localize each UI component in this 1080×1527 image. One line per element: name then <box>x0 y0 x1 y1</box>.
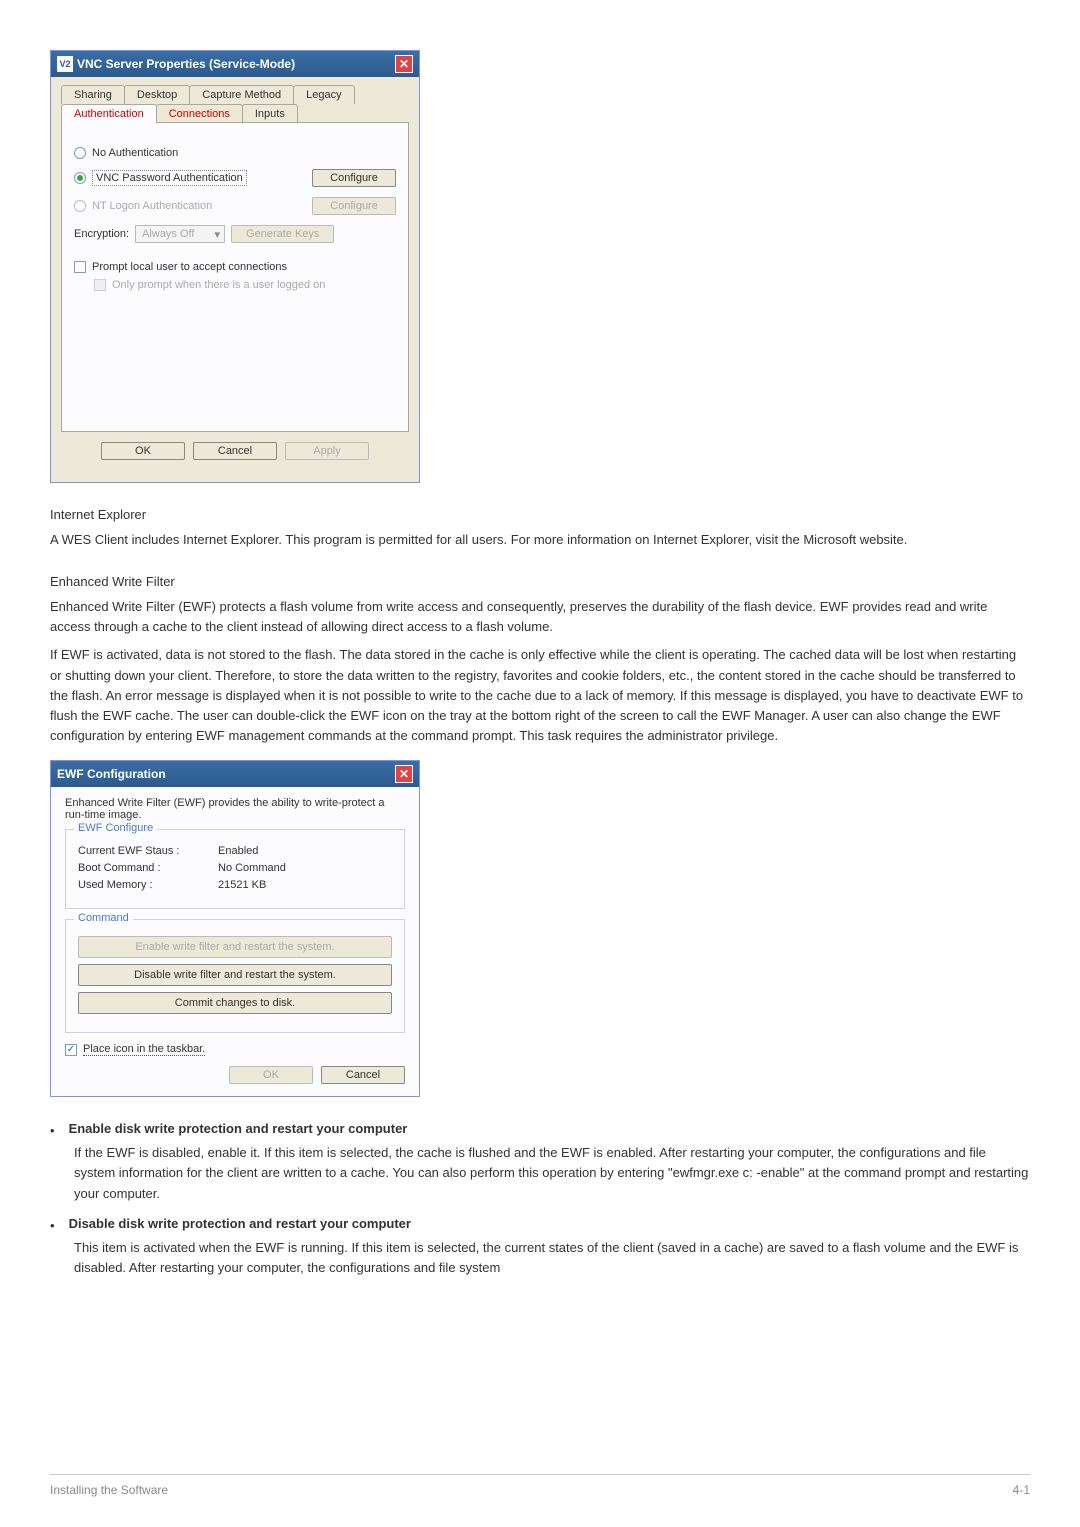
used-memory-label: Used Memory : <box>78 879 218 891</box>
heading-ewf: Enhanced Write Filter <box>50 574 1030 589</box>
ewf-configure-group: EWF Configure Current EWF Staus : Enable… <box>65 829 405 909</box>
tab-sharing[interactable]: Sharing <box>61 85 125 104</box>
close-icon[interactable]: ✕ <box>395 55 413 73</box>
close-icon[interactable]: ✕ <box>395 765 413 783</box>
heading-internet-explorer: Internet Explorer <box>50 507 1030 522</box>
footer-right: 4-1 <box>1013 1483 1030 1497</box>
tab-legacy[interactable]: Legacy <box>293 85 354 104</box>
only-prompt-checkbox <box>94 279 106 291</box>
ewf-status-label: Current EWF Staus : <box>78 845 218 857</box>
generate-keys-button: Generate Keys <box>231 225 334 243</box>
vnc-dialog: V2 VNC Server Properties (Service-Mode) … <box>50 50 420 483</box>
tab-inputs[interactable]: Inputs <box>242 104 298 123</box>
ewf-configure-legend: EWF Configure <box>74 822 157 834</box>
vnc-tabs: Sharing Desktop Capture Method Legacy Au… <box>61 85 409 123</box>
prompt-local-label: Prompt local user to accept connections <box>92 261 287 273</box>
disable-filter-button[interactable]: Disable write filter and restart the sys… <box>78 964 392 986</box>
ewf-cancel-button[interactable]: Cancel <box>321 1066 405 1084</box>
ewf-titlebar: EWF Configuration ✕ <box>51 761 419 787</box>
encryption-select: Always Off <box>135 225 225 243</box>
cancel-button[interactable]: Cancel <box>193 442 277 460</box>
vnc-title: VNC Server Properties (Service-Mode) <box>77 57 295 71</box>
radio-nt-logon <box>74 200 86 212</box>
ewf-status-value: Enabled <box>218 845 258 857</box>
boot-command-value: No Command <box>218 862 286 874</box>
vnc-app-icon: V2 <box>57 56 73 72</box>
bullet-icon: • <box>50 1121 55 1141</box>
taskbar-icon-checkbox[interactable] <box>65 1044 77 1056</box>
paragraph-ie: A WES Client includes Internet Explorer.… <box>50 530 1030 550</box>
radio-vnc-password-label: VNC Password Authentication <box>92 172 312 184</box>
paragraph-ewf-2: If EWF is activated, data is not stored … <box>50 645 1030 746</box>
vnc-titlebar: V2 VNC Server Properties (Service-Mode) … <box>51 51 419 77</box>
used-memory-value: 21521 KB <box>218 879 266 891</box>
apply-button: Apply <box>285 442 369 460</box>
taskbar-icon-label: Place icon in the taskbar. <box>83 1043 205 1056</box>
radio-vnc-password[interactable] <box>74 172 86 184</box>
boot-command-label: Boot Command : <box>78 862 218 874</box>
bullet-disable-title: Disable disk write protection and restar… <box>69 1216 411 1231</box>
page-footer: Installing the Software 4-1 <box>50 1474 1030 1497</box>
only-prompt-label: Only prompt when there is a user logged … <box>112 279 325 291</box>
ewf-description: Enhanced Write Filter (EWF) provides the… <box>65 797 405 821</box>
radio-no-auth[interactable] <box>74 147 86 159</box>
tab-panel-authentication: No Authentication VNC Password Authentic… <box>61 122 409 432</box>
ewf-command-group: Command Enable write filter and restart … <box>65 919 405 1033</box>
ewf-dialog: EWF Configuration ✕ Enhanced Write Filte… <box>50 760 420 1097</box>
radio-no-auth-label: No Authentication <box>92 147 396 159</box>
tab-connections[interactable]: Connections <box>156 104 243 123</box>
encryption-label: Encryption: <box>74 228 129 240</box>
enable-filter-button: Enable write filter and restart the syst… <box>78 936 392 958</box>
bullet-enable-body: If the EWF is disabled, enable it. If th… <box>74 1143 1030 1203</box>
list-item: • Disable disk write protection and rest… <box>50 1216 1030 1278</box>
paragraph-ewf-1: Enhanced Write Filter (EWF) protects a f… <box>50 597 1030 637</box>
bullet-enable-title: Enable disk write protection and restart… <box>69 1121 408 1136</box>
ewf-ok-button: OK <box>229 1066 313 1084</box>
configure-button[interactable]: Configure <box>312 169 396 187</box>
radio-nt-logon-label: NT Logon Authentication <box>92 200 312 212</box>
ok-button[interactable]: OK <box>101 442 185 460</box>
bullet-list: • Enable disk write protection and resta… <box>50 1121 1030 1278</box>
ewf-command-legend: Command <box>74 912 133 924</box>
configure-nt-button: Configure <box>312 197 396 215</box>
bullet-icon: • <box>50 1216 55 1236</box>
tab-desktop[interactable]: Desktop <box>124 85 190 104</box>
commit-changes-button[interactable]: Commit changes to disk. <box>78 992 392 1014</box>
prompt-local-checkbox[interactable] <box>74 261 86 273</box>
ewf-title: EWF Configuration <box>57 767 166 781</box>
tab-capture-method[interactable]: Capture Method <box>189 85 294 104</box>
footer-left: Installing the Software <box>50 1483 168 1497</box>
list-item: • Enable disk write protection and resta… <box>50 1121 1030 1204</box>
bullet-disable-body: This item is activated when the EWF is r… <box>74 1238 1030 1278</box>
tab-authentication[interactable]: Authentication <box>61 104 157 123</box>
